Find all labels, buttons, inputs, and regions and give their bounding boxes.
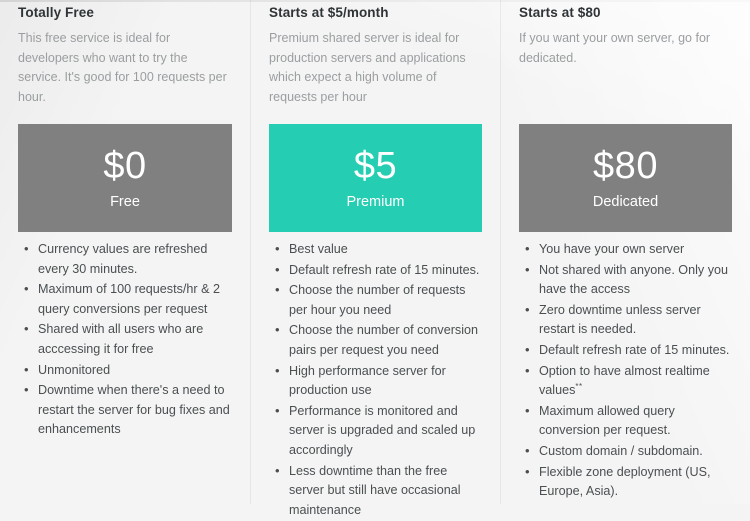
feature-item: Default refresh rate of 15 minutes. [275, 260, 484, 281]
feature-text: Zero downtime unless server restart is n… [539, 302, 701, 337]
feature-text: Choose the number of conversion pairs pe… [289, 323, 479, 357]
feature-text: Option to have almost realtime values [539, 363, 710, 398]
feature-text: Best value [289, 242, 348, 256]
price-amount: $0 [103, 145, 147, 187]
plan-title: Starts at $80 [519, 5, 601, 20]
feature-text: Not shared with anyone. Only you have th… [539, 262, 729, 297]
feature-item: Not shared with anyone. Only you have th… [525, 260, 734, 300]
plan-description: Premium shared server is ideal for produ… [269, 31, 466, 104]
feature-list: Best value Default refresh rate of 15 min… [251, 239, 500, 521]
feature-item: Flexible zone deployment (US, Europe, As… [525, 462, 734, 502]
feature-text: Flexible zone deployment (US, Europe, As… [539, 464, 711, 499]
feature-text: Default refresh rate of 15 minutes. [289, 262, 480, 277]
feature-text: Choose the number of requests per hour y… [289, 283, 466, 317]
price-box[interactable]: $80 Dedicated [519, 124, 732, 232]
feature-item: Performance is monitored and server is u… [275, 401, 484, 461]
feature-item: Choose the number of requests per hour y… [275, 280, 484, 320]
feature-text: Unmonitored [38, 362, 111, 377]
feature-item: Default refresh rate of 15 minutes. [525, 340, 734, 361]
feature-text: Maximum allowed query conversion per req… [539, 403, 675, 438]
feature-item: Currency values are refreshed every 30 m… [24, 239, 234, 279]
feature-item: Downtime when there's a need to restart … [24, 380, 234, 440]
price-label: Premium [346, 194, 405, 210]
price-amount: $80 [593, 145, 658, 187]
pricing-column-dedicated: Starts at $80 If you want your own server… [500, 0, 750, 504]
feature-item: Option to have almost realtime values** [525, 361, 734, 401]
feature-item: Choose the number of conversion pairs pe… [275, 320, 484, 360]
plan-header: Starts at $5/month Premium shared server … [251, 0, 500, 107]
pricing-column-premium: Starts at $5/month Premium shared server … [250, 0, 500, 517]
feature-item: Best value [275, 239, 484, 260]
feature-item: Custom domain / subdomain. [525, 441, 734, 462]
price-box[interactable]: $0 Free [18, 124, 232, 232]
plan-header: Totally Free This free service is ideal f… [0, 0, 250, 107]
feature-text: Performance is monitored and server is u… [289, 403, 476, 457]
feature-item: Shared with all users who are acccessing… [24, 319, 234, 359]
price-label: Dedicated [592, 194, 659, 210]
feature-text: Downtime when there's a need to restart … [38, 383, 230, 437]
feature-text: Default refresh rate of 15 minutes. [539, 342, 730, 357]
feature-item: Zero downtime unless server restart is n… [525, 300, 734, 340]
pricing-table: Totally Free This free service is ideal f… [0, 0, 750, 517]
feature-item: Less downtime than the free server but s… [275, 461, 484, 521]
plan-description: If you want your own server, go for dedi… [519, 31, 711, 65]
plan-title: Totally Free [18, 5, 94, 20]
feature-text: You have your own server [539, 242, 685, 256]
price-label: Free [110, 194, 140, 210]
feature-text: Custom domain / subdomain. [539, 443, 703, 458]
plan-title: Starts at $5/month [269, 5, 389, 20]
feature-item: Maximum allowed query conversion per req… [525, 401, 734, 441]
pricing-column-free: Totally Free This free service is ideal f… [0, 0, 250, 504]
footnote-marker: ** [575, 381, 583, 391]
feature-text: High performance server for production u… [289, 363, 446, 398]
plan-description: This free service is ideal for developer… [18, 31, 227, 104]
feature-text: Shared with all users who are acccessing… [38, 322, 204, 356]
feature-item: Maximum of 100 requests/hr & 2 query con… [24, 279, 234, 319]
feature-list: Currency values are refreshed every 30 m… [0, 239, 250, 441]
feature-text: Currency values are refreshed every 30 m… [38, 242, 208, 276]
feature-list: You have your own server Not shared with … [501, 239, 750, 503]
top-edge-divider [0, 0, 750, 2]
price-box[interactable]: $5 Premium [269, 124, 482, 232]
feature-text: Less downtime than the free server but s… [289, 463, 461, 517]
plan-header: Starts at $80 If you want your own server… [501, 0, 750, 68]
feature-item: Unmonitored [24, 360, 234, 381]
feature-item: High performance server for production u… [275, 361, 484, 401]
price-amount: $5 [353, 145, 398, 187]
feature-item: You have your own server [525, 239, 734, 260]
feature-text: Maximum of 100 requests/hr & 2 query con… [38, 282, 220, 316]
